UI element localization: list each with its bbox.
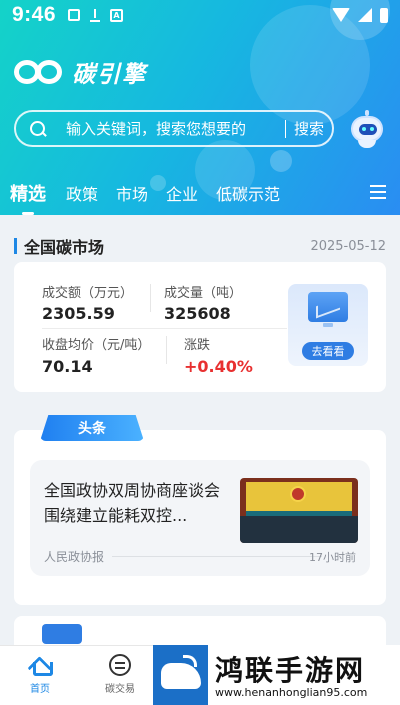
news-time: 17小时前	[309, 551, 356, 564]
watermark-title: 鸿联手游网	[215, 654, 366, 687]
watermark-url: www.henanhonglian95.com	[215, 686, 368, 699]
market-date: 2025-05-12	[310, 238, 386, 254]
stat-divider	[42, 328, 287, 329]
search-divider	[284, 119, 286, 138]
market-card[interactable]: 成交额（万元） 2305.59 成交量（吨） 325608 收盘均价（元/吨） …	[14, 262, 386, 392]
bottom-nav-trading-label: 碳交易	[105, 684, 135, 695]
bottom-nav-home[interactable]: 首页	[10, 654, 70, 695]
tab-market[interactable]: 市场	[116, 181, 148, 205]
monitor-chart-icon	[308, 292, 348, 327]
stat-divider	[166, 336, 167, 364]
image-icon	[68, 9, 81, 21]
news-source: 人民政协报	[44, 550, 105, 564]
search-input[interactable]: 输入关键词，搜索您想要的	[66, 118, 277, 139]
headline-news-card: 全国政协双周协商座谈会围绕建立能耗双控... 人民政协报 17小时前	[14, 430, 386, 605]
header-banner: 9:46 A 碳引擎 输入关键词，搜索您想要的 搜索 精选 政策 市场 企业 低…	[0, 0, 400, 215]
bottom-nav-home-label: 首页	[30, 684, 50, 695]
tab-enterprise[interactable]: 企业	[166, 181, 198, 205]
market-title: 全国碳市场	[24, 238, 105, 257]
market-section-header: 全国碳市场 2025-05-12	[14, 236, 386, 257]
change-label: 涨跌	[184, 338, 211, 353]
status-time: 9:46	[12, 3, 57, 26]
status-bar: 9:46 A	[0, 0, 400, 30]
news-divider	[112, 556, 322, 557]
bottom-nav-trading[interactable]: 碳交易	[90, 654, 150, 695]
exchange-icon	[109, 654, 131, 676]
stat-divider	[150, 284, 151, 312]
category-tabs: 精选 政策 市场 企业 低碳示范	[0, 175, 400, 215]
bull-logo-icon	[153, 645, 208, 705]
site-watermark: 鸿联手游网 www.henanhonglian95.com	[153, 645, 400, 705]
logo-text: 碳引擎	[72, 62, 147, 88]
section-accent-bar	[14, 238, 17, 254]
tab-featured[interactable]: 精选	[10, 180, 46, 215]
menu-icon[interactable]	[370, 185, 386, 199]
a-icon: A	[110, 8, 124, 22]
search-bar[interactable]: 输入关键词，搜索您想要的 搜索	[14, 110, 334, 147]
wifi-icon	[332, 8, 350, 22]
tab-policy[interactable]: 政策	[66, 181, 98, 205]
close-price-value: 70.14	[42, 357, 93, 376]
signal-icon	[358, 8, 372, 22]
search-button[interactable]: 搜索	[294, 118, 324, 139]
robot-icon[interactable]	[349, 110, 385, 148]
volume-label: 成交量（吨）	[164, 286, 243, 301]
decor-bubble	[270, 150, 292, 172]
view-market-button[interactable]: 去看看	[302, 342, 354, 360]
tab-low-carbon-demo[interactable]: 低碳示范	[216, 181, 280, 205]
news-title[interactable]: 全国政协双周协商座谈会围绕建立能耗双控...	[44, 478, 224, 528]
download-icon	[90, 8, 101, 22]
news-item[interactable]: 全国政协双周协商座谈会围绕建立能耗双控... 人民政协报 17小时前	[30, 460, 370, 576]
logo-mark-icon	[14, 58, 66, 86]
market-chart-entry[interactable]: 去看看	[288, 284, 368, 366]
home-icon	[29, 654, 53, 676]
app-logo: 碳引擎	[14, 55, 147, 89]
volume-value: 325608	[164, 304, 231, 323]
search-icon	[30, 120, 46, 137]
section-tag	[42, 624, 82, 644]
close-price-label: 收盘均价（元/吨）	[42, 338, 151, 353]
news-thumbnail[interactable]	[240, 478, 358, 543]
battery-icon	[380, 7, 388, 23]
turnover-label: 成交额（万元）	[42, 286, 134, 301]
headline-tag: 头条	[40, 415, 144, 441]
turnover-value: 2305.59	[42, 304, 115, 323]
change-value: +0.40%	[184, 357, 253, 376]
